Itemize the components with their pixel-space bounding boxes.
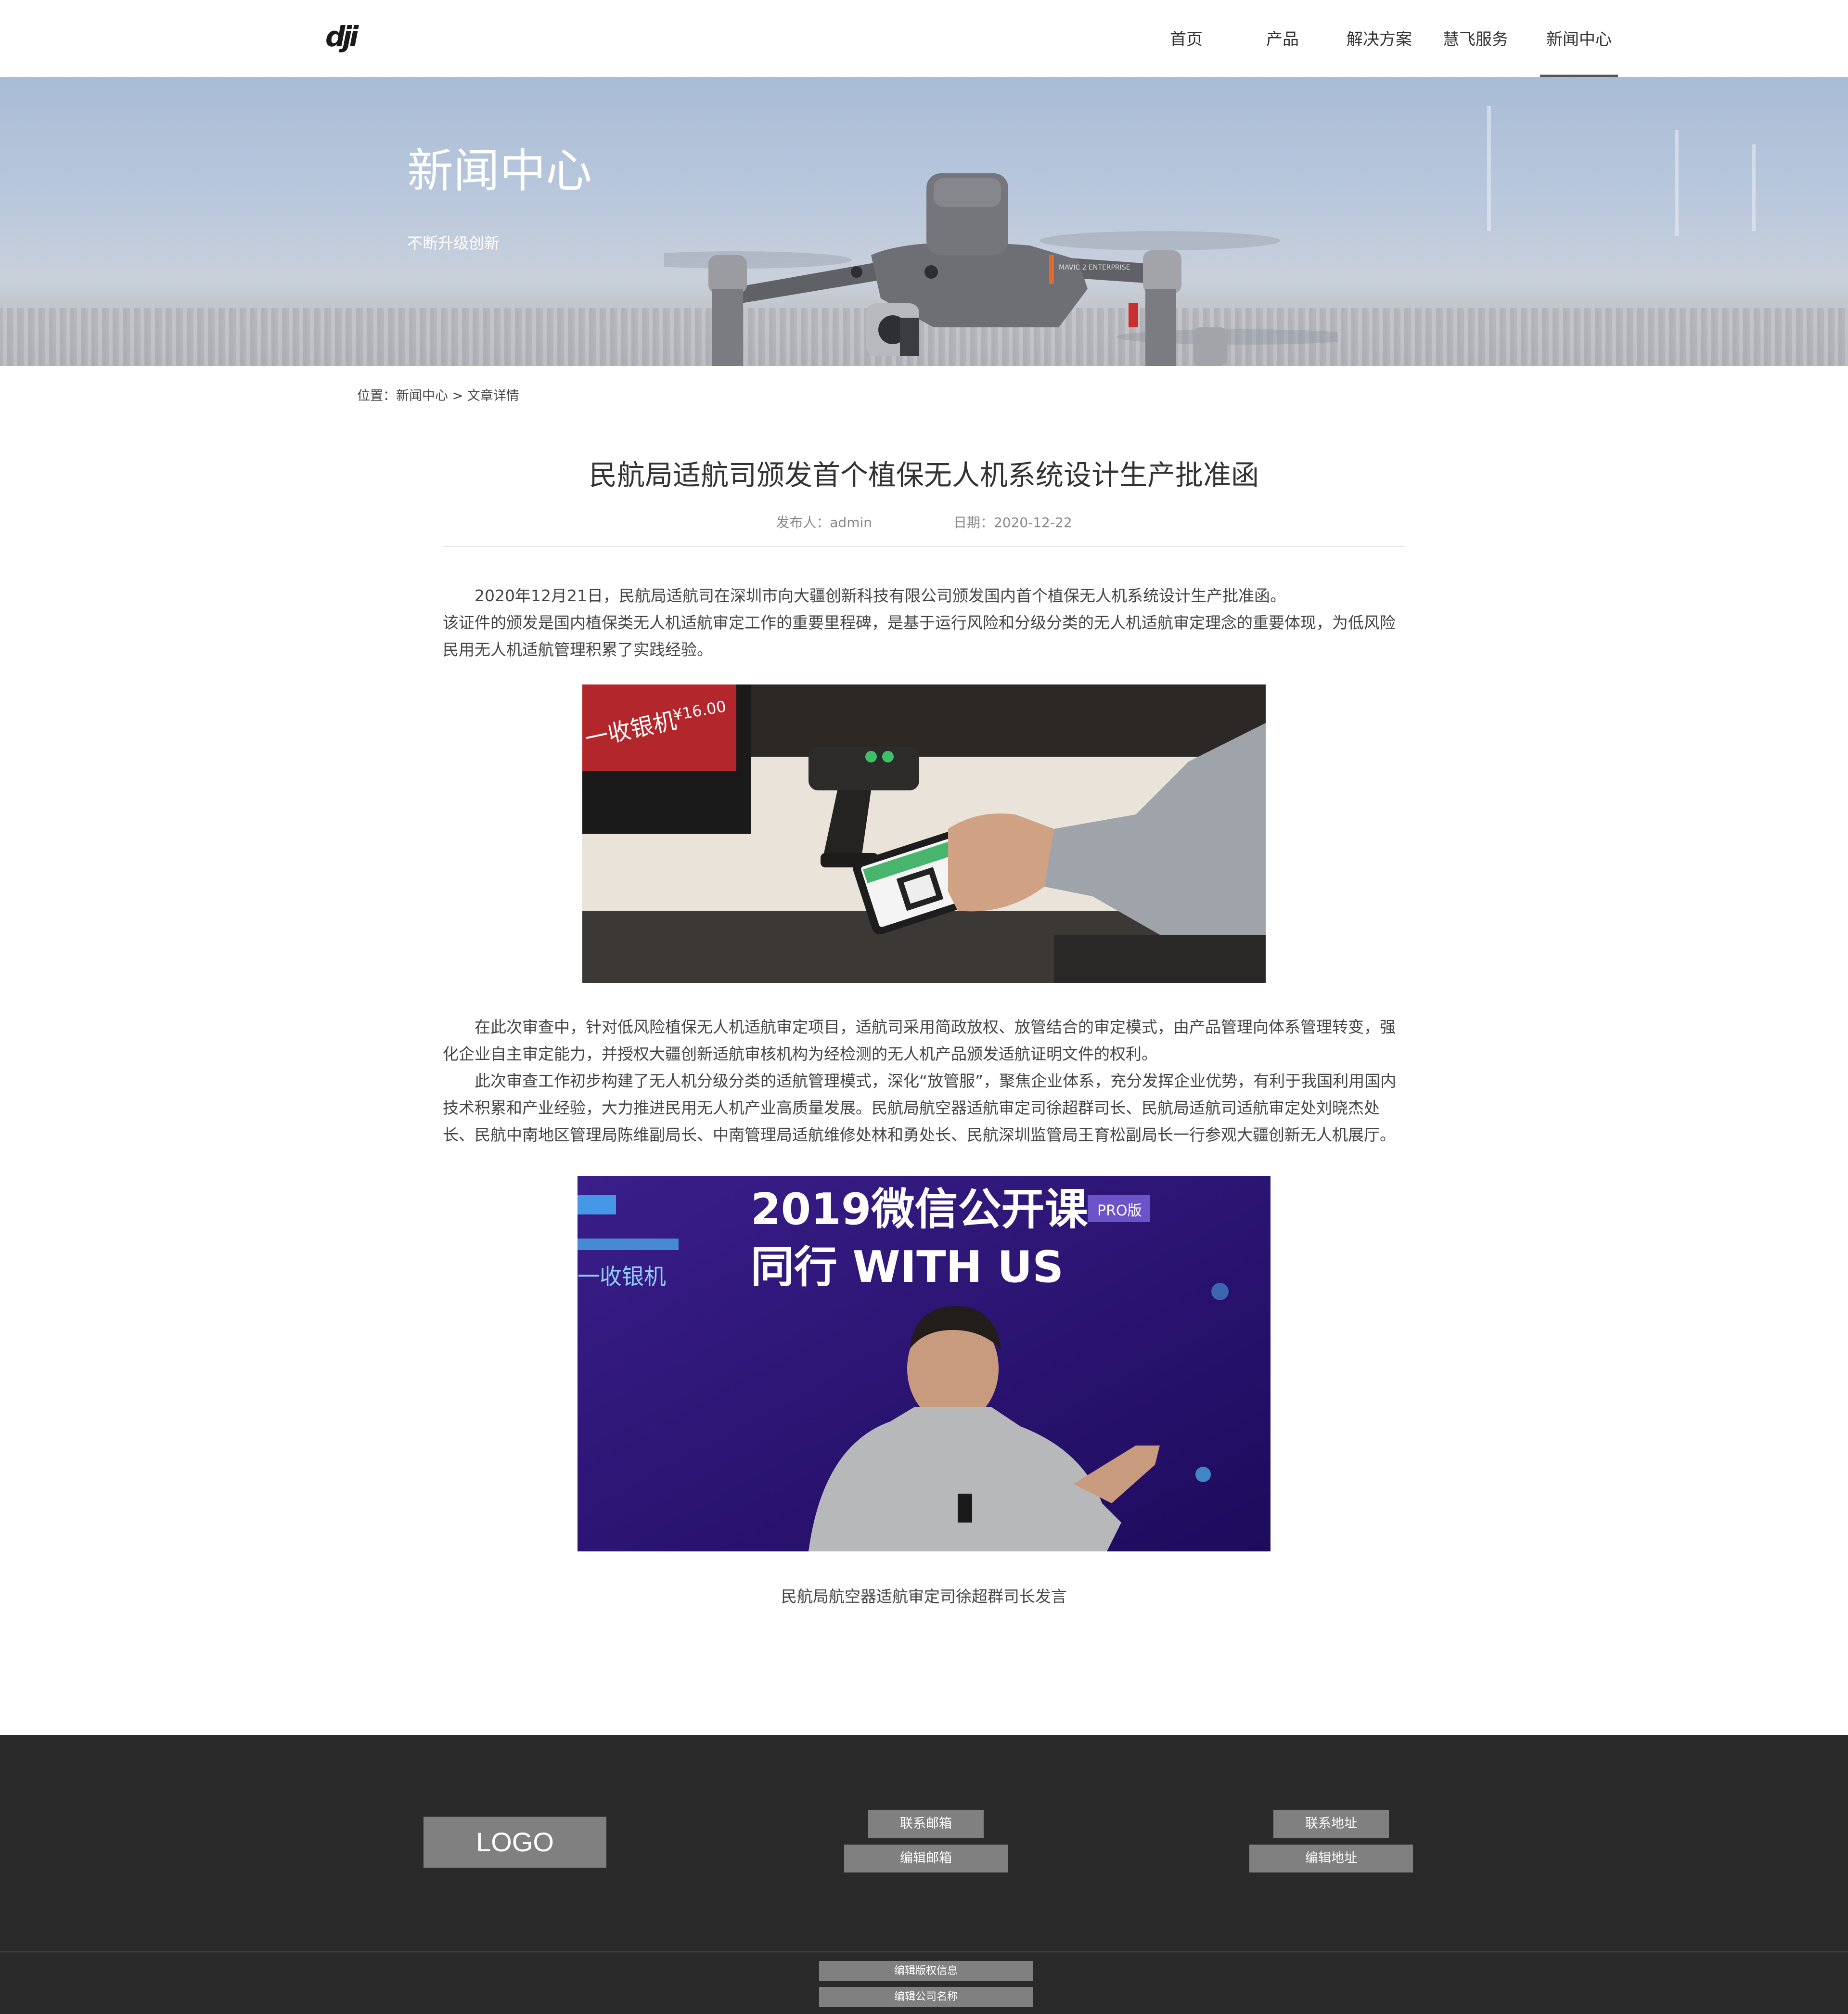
banner-subtitle: 不断升级创新	[407, 234, 500, 252]
svg-text:2019微信公开课: 2019微信公开课	[751, 1184, 1088, 1235]
banner-title: 新闻中心	[407, 144, 592, 198]
drone-image: MAVIC 2 ENTERPRISE	[664, 173, 1338, 366]
article-date: 日期：2020-12-22	[953, 515, 1072, 530]
site-footer: LOGO 联系邮箱 编辑邮箱 联系地址 编辑地址 编辑版权信息 编辑公司名称	[0, 1735, 1848, 2014]
svg-text:一收银机: 一收银机	[578, 1264, 666, 1290]
paragraph: 2020年12月21日，民航局适航司在深圳市向大疆创新科技有限公司颁发国内首个植…	[475, 586, 1286, 605]
nav-home[interactable]: 首页	[1165, 0, 1208, 77]
article-body-2: 在此次审查中，针对低风险植保无人机适航审定项目，适航司采用简政放权、放管结合的审…	[443, 1014, 1405, 1149]
footer-company[interactable]: 编辑公司名称	[819, 1987, 1033, 2007]
article-photo-payment: 一收银机 ¥16.00	[582, 684, 1266, 983]
wind-turbine-decor	[1752, 144, 1756, 231]
footer-address-label: 联系地址	[1273, 1810, 1389, 1838]
hero-banner: MAVIC 2 ENTERPRISE 新闻中心 不断升级创新	[0, 77, 1848, 366]
article-photo-speaker: 一收银机 2019微信公开课 PRO版 同行 WITH US	[578, 1176, 1270, 1551]
footer-email-label: 联系邮箱	[868, 1810, 984, 1838]
nav-solutions[interactable]: 解决方案	[1346, 0, 1413, 77]
footer-email-edit[interactable]: 编辑邮箱	[844, 1845, 1008, 1872]
article-meta: 发布人：admin 日期：2020-12-22	[443, 512, 1405, 531]
nav-news[interactable]: 新闻中心	[1540, 0, 1618, 77]
main-nav: 首页 产品 解决方案 慧飞服务 新闻中心	[0, 0, 1848, 77]
footer-copyright[interactable]: 编辑版权信息	[819, 1961, 1033, 1981]
article-title: 民航局适航司颁发首个植保无人机系统设计生产批准函	[589, 459, 1259, 491]
svg-text:PRO版: PRO版	[1097, 1202, 1142, 1219]
title-divider	[443, 546, 1405, 547]
footer-address-edit[interactable]: 编辑地址	[1249, 1845, 1413, 1872]
nav-services[interactable]: 慧飞服务	[1442, 0, 1509, 77]
svg-text:同行 WITH US: 同行 WITH US	[751, 1242, 1064, 1292]
site-header: dji 首页 产品 解决方案 慧飞服务 新闻中心	[0, 0, 1848, 77]
paragraph: 该证件的颁发是国内植保类无人机适航审定工作的重要里程碑，是基于运行风险和分级分类…	[443, 613, 1396, 659]
article-body-1: 2020年12月21日，民航局适航司在深圳市向大疆创新科技有限公司颁发国内首个植…	[443, 582, 1405, 663]
nav-products[interactable]: 产品	[1261, 0, 1304, 77]
wind-turbine-decor	[1675, 130, 1679, 236]
svg-text:MAVIC 2 ENTERPRISE: MAVIC 2 ENTERPRISE	[1059, 264, 1130, 271]
paragraph: 在此次审查中，针对低风险植保无人机适航审定项目，适航司采用简政放权、放管结合的审…	[443, 1018, 1396, 1063]
photo-caption: 民航局航空器适航审定司徐超群司长发言	[781, 1587, 1067, 1606]
paragraph: 此次审查工作初步构建了无人机分级分类的适航管理模式，深化“放管服”，聚焦企业体系…	[443, 1072, 1397, 1144]
footer-logo[interactable]: LOGO	[424, 1817, 606, 1868]
wind-turbine-decor	[1487, 106, 1491, 231]
footer-divider	[0, 1951, 1848, 1952]
breadcrumb[interactable]: 位置：新闻中心 > 文章详情	[357, 385, 519, 404]
article-author: 发布人：admin	[776, 515, 873, 530]
